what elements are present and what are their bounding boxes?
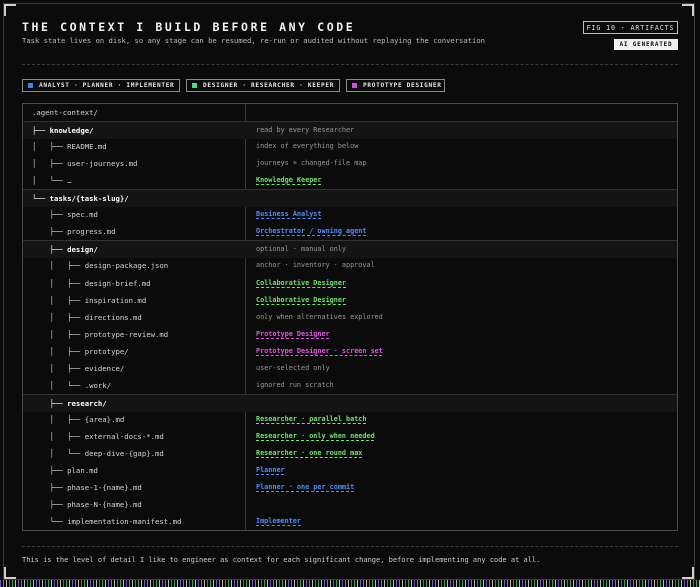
figure-label: FIG 10 · ARTIFACTS: [583, 21, 678, 34]
role-note: Collaborative Designer: [256, 295, 347, 304]
tree-row: │ ├── prototype-review.md Prototype Desig…: [23, 326, 677, 343]
tree-row: │ ├── design-brief.md Collaborative Desig…: [23, 275, 677, 292]
tree-row: │ ├── directions.md only when alternative…: [23, 309, 677, 326]
row-note: read by every Researcher: [256, 126, 355, 135]
ai-generated-badge: AI GENERATED: [614, 39, 678, 50]
tree-row: │ ├── README.md index of everything below: [23, 138, 677, 155]
legend-label: DESIGNER · RESEARCHER · KEEPER: [203, 82, 335, 89]
role-note: Collaborative Designer: [256, 278, 347, 287]
footer-divider: [22, 546, 678, 547]
tree-row: ├── progress.md Orchestrator / owning age…: [23, 223, 677, 240]
tree-row: └── tasks/{task-slug}/: [23, 189, 677, 208]
row-note: journeys + changed-file map: [256, 159, 367, 168]
tree-path: │ ├── user-journeys.md: [32, 159, 138, 169]
role-note: Researcher · only when needed: [256, 431, 375, 440]
row-note: only when alternatives explored: [256, 312, 383, 321]
tree-row: ├── design/optional · manual only: [23, 240, 677, 259]
tree-path: │ ├── prototype/: [32, 346, 129, 356]
tree-row: │ ├── user-journeys.md journeys + changed…: [23, 155, 677, 172]
role-note: Prototype Designer: [256, 329, 330, 338]
tree-row: ├── phase-N-{name}.md: [23, 496, 677, 513]
tree-row: ├── plan.md Planner: [23, 462, 677, 479]
legend-swatch-green: [192, 83, 197, 88]
tree-row: │ ├── evidence/user-selected only: [23, 360, 677, 377]
tree-path: ├── phase-1-{name}.md: [32, 483, 142, 493]
legend-item-blue: ANALYST · PLANNER · IMPLEMENTER: [22, 79, 180, 92]
tree-path: │ ├── inspiration.md: [32, 295, 147, 305]
role-note: Researcher · parallel batch: [256, 414, 367, 423]
role-note: Researcher · one round max: [256, 449, 363, 457]
tree-path: └── implementation-manifest.md: [32, 517, 182, 527]
tree-path: .agent-context/: [32, 108, 98, 117]
legend-label: ANALYST · PLANNER · IMPLEMENTER: [39, 82, 175, 89]
role-note: Implementer: [256, 517, 302, 526]
tree-path: │ ├── {area}.md: [32, 414, 125, 424]
tree-row: ├── spec.md Business Analyst: [23, 206, 677, 223]
row-note: anchor · inventory · approval: [256, 261, 375, 270]
tree-row: ├── knowledge/read by every Researcher: [23, 121, 677, 140]
tree-path: │ ├── evidence/: [32, 363, 125, 373]
row-note: user-selected only: [256, 363, 330, 372]
row-note: optional · manual only: [256, 245, 347, 254]
tree-path: │ ├── external-docs-*.md: [32, 431, 164, 441]
header-divider: [22, 64, 678, 65]
corner-mark-top-right: [682, 4, 694, 16]
page-subtitle: Task state lives on disk, so any stage c…: [22, 36, 486, 45]
tree-row: .agent-context/: [23, 104, 677, 121]
tree-row: │ └── deep-dive-{gap}.md Researcher · one…: [23, 445, 677, 462]
tree-path: │ ├── design-brief.md: [32, 278, 151, 288]
tree-row: │ ├── inspiration.md Collaborative Design…: [23, 292, 677, 309]
tree-path: │ ├── prototype-review.md: [32, 329, 169, 339]
tree-path: │ ├── design-package.json: [32, 261, 169, 271]
legend-label: PROTOTYPE DESIGNER: [363, 82, 442, 89]
tree-path: ├── knowledge/: [32, 126, 94, 136]
tree-row: ├── phase-1-{name}.md Planner · one per c…: [23, 479, 677, 496]
tree-row: │ ├── external-docs-*.md Researcher · onl…: [23, 428, 677, 445]
tree-path: └── tasks/{task-slug}/: [32, 194, 129, 204]
tree-path: ├── phase-N-{name}.md: [32, 500, 142, 510]
legend-item-magenta: PROTOTYPE DESIGNER: [346, 79, 445, 92]
role-note: Business Analyst: [256, 210, 322, 219]
tree-path: │ ├── README.md: [32, 142, 107, 152]
tree-row: ├── research/: [23, 393, 677, 412]
footer-caption: This is the level of detail I like to en…: [22, 556, 541, 564]
tree-row: │ ├── design-package.json anchor · invent…: [23, 257, 677, 274]
tree-row: └── implementation-manifest.md Implemente…: [23, 513, 677, 530]
tree-path: │ └── deep-dive-{gap}.md: [32, 449, 164, 458]
tree-path: │ ├── directions.md: [32, 312, 142, 322]
color-tick-strip: [0, 580, 700, 587]
corner-mark-bottom-right: [682, 567, 694, 579]
tree-path: ├── design/: [32, 245, 98, 255]
role-note: Orchestrator / owning agent: [256, 227, 367, 236]
corner-mark-bottom-left: [4, 567, 16, 579]
tree-path: ├── spec.md: [32, 210, 98, 220]
legend-item-green: DESIGNER · RESEARCHER · KEEPER: [186, 79, 340, 92]
tree-path: │ └── .work/: [32, 380, 112, 390]
page-title: THE CONTEXT I BUILD BEFORE ANY CODE: [22, 20, 356, 34]
tree-path: ├── plan.md: [32, 466, 98, 476]
role-note: Planner: [256, 466, 285, 475]
legend-swatch-blue: [28, 83, 33, 88]
tree-row: │ ├── prototype/Prototype Designer · scr…: [23, 343, 677, 360]
legend-swatch-magenta: [352, 83, 357, 88]
tree-row: │ └── .work/ignored run scratch: [23, 377, 677, 394]
role-note: Prototype Designer · screen set: [256, 346, 383, 355]
tree-path: ├── research/: [32, 398, 107, 408]
row-note: ignored run scratch: [256, 380, 334, 389]
role-note: Knowledge Keeper: [256, 176, 322, 185]
tree-row: │ └── … Knowledge Keeper: [23, 172, 677, 189]
corner-mark-top-left: [4, 4, 16, 16]
tree-path: │ └── …: [32, 176, 72, 186]
row-note: index of everything below: [256, 142, 359, 151]
directory-tree-table: .agent-context/ ├── knowledge/read by eve…: [22, 103, 678, 531]
tree-path: ├── progress.md: [32, 227, 116, 237]
role-note: Planner · one per commit: [256, 483, 355, 492]
tree-row: │ ├── {area}.md Researcher · parallel bat…: [23, 411, 677, 428]
